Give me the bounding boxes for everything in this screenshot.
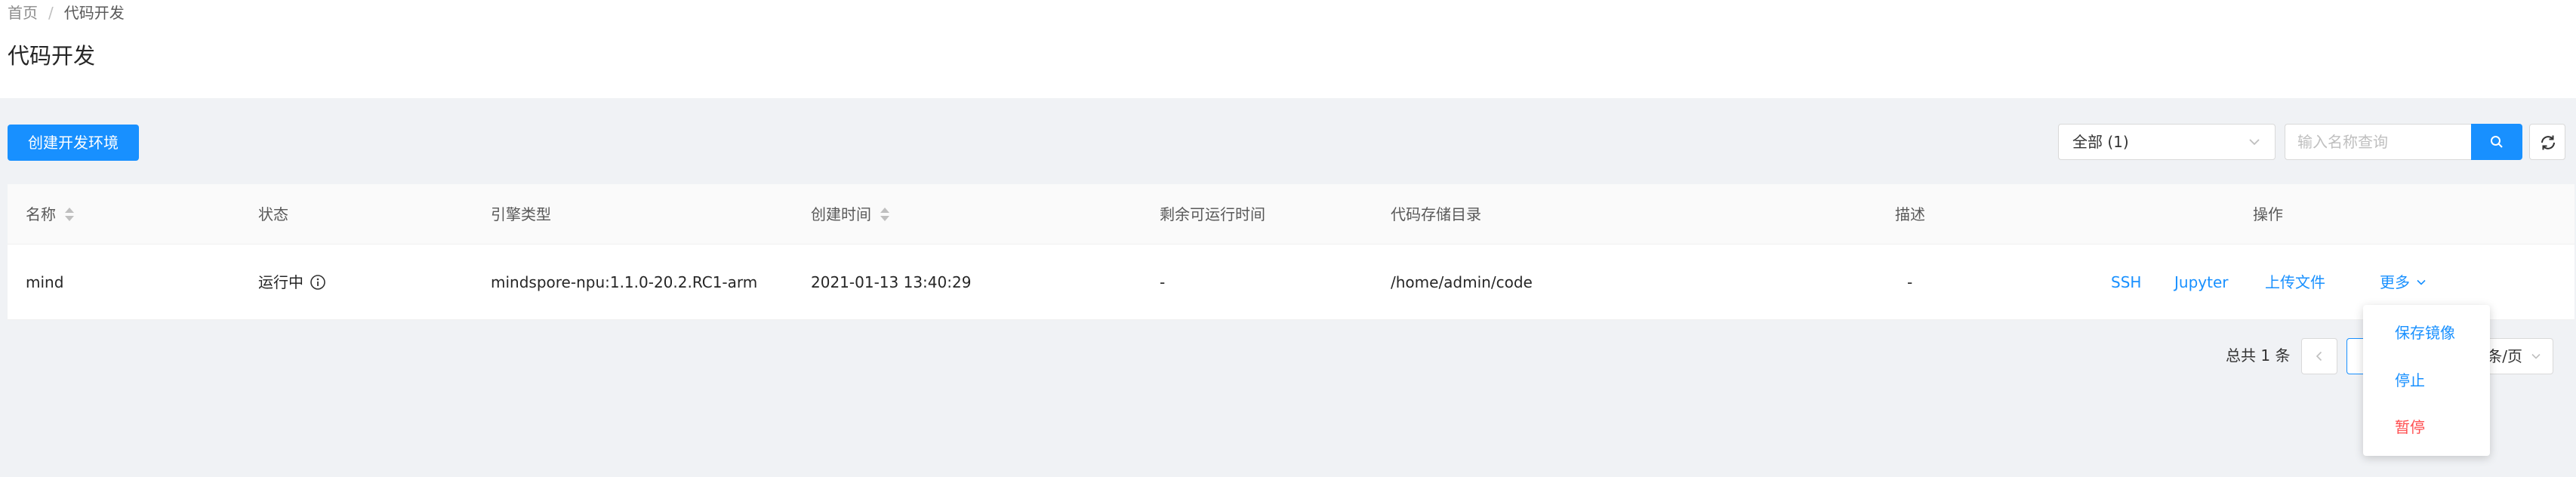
cell-code-dir: /home/admin/code: [1391, 273, 1533, 291]
column-name-label: 名称: [26, 205, 56, 223]
search-button[interactable]: [2471, 124, 2522, 160]
chevron-down-icon: [2249, 139, 2260, 146]
chevron-down-icon: [2531, 353, 2541, 359]
cell-name: mind: [26, 273, 64, 291]
column-header-status: 状态: [258, 205, 288, 223]
environment-table: 名称 状态 引擎类型 创建时间 剩余可运行时间 代码存储目录 描述 操作 min…: [8, 184, 2574, 320]
refresh-icon: [2541, 135, 2555, 150]
breadcrumb-separator: /: [48, 4, 54, 22]
column-header-created[interactable]: 创建时间: [811, 184, 889, 245]
more-label: 更多: [2380, 273, 2410, 291]
column-header-code-dir: 代码存储目录: [1391, 205, 1481, 223]
jupyter-link[interactable]: Jupyter: [2174, 245, 2228, 320]
pagination-total: 总共 1 条: [2226, 346, 2291, 365]
status-text: 运行中: [258, 273, 304, 291]
chevron-down-icon: [2417, 279, 2426, 285]
status-filter-value: 全部 (1): [2072, 133, 2129, 151]
column-header-remaining: 剩余可运行时间: [1160, 205, 1265, 223]
column-header-actions: 操作: [2253, 205, 2283, 223]
sort-icon[interactable]: [65, 207, 74, 221]
more-actions-dropdown: 保存镜像 停止 暂停: [2363, 305, 2490, 456]
menu-item-pause[interactable]: 暂停: [2395, 416, 2425, 439]
cell-engine: mindspore-npu:1.1.0-20.2.RC1-arm: [491, 273, 758, 291]
cell-created: 2021-01-13 13:40:29: [811, 273, 972, 291]
cell-status: 运行中: [258, 245, 326, 320]
breadcrumb: 首页 / 代码开发: [8, 3, 125, 23]
ssh-link[interactable]: SSH: [2111, 245, 2141, 320]
chevron-left-icon: [2316, 351, 2322, 362]
upload-file-link[interactable]: 上传文件: [2265, 245, 2325, 320]
page-size-label: 条/页: [2487, 347, 2522, 365]
table-header: 名称 状态 引擎类型 创建时间 剩余可运行时间 代码存储目录 描述 操作: [8, 184, 2574, 245]
table-row: mind 运行中 mindspore-npu:1.1.0-20.2.RC1-ar…: [8, 245, 2574, 320]
menu-item-stop[interactable]: 停止: [2395, 369, 2425, 392]
breadcrumb-current: 代码开发: [63, 4, 125, 22]
column-created-label: 创建时间: [811, 205, 871, 223]
cell-desc: -: [1907, 273, 1913, 291]
page-title: 代码开发: [8, 43, 96, 69]
pagination-prev-button[interactable]: [2301, 338, 2337, 374]
column-header-desc: 描述: [1895, 205, 1925, 223]
info-icon[interactable]: [310, 274, 326, 291]
breadcrumb-home[interactable]: 首页: [8, 4, 38, 22]
status-filter-select[interactable]: 全部 (1): [2058, 124, 2276, 160]
page-header: 首页 / 代码开发 代码开发: [0, 0, 2576, 98]
menu-item-save-image[interactable]: 保存镜像: [2395, 322, 2455, 344]
search-input[interactable]: [2285, 124, 2472, 160]
cell-remaining: -: [1160, 273, 1166, 291]
create-environment-button[interactable]: 创建开发环境: [8, 125, 139, 161]
column-header-engine: 引擎类型: [491, 205, 551, 223]
refresh-button[interactable]: [2529, 124, 2565, 160]
column-header-name[interactable]: 名称: [26, 184, 74, 245]
search-icon: [2491, 136, 2503, 148]
sort-icon[interactable]: [880, 207, 889, 221]
